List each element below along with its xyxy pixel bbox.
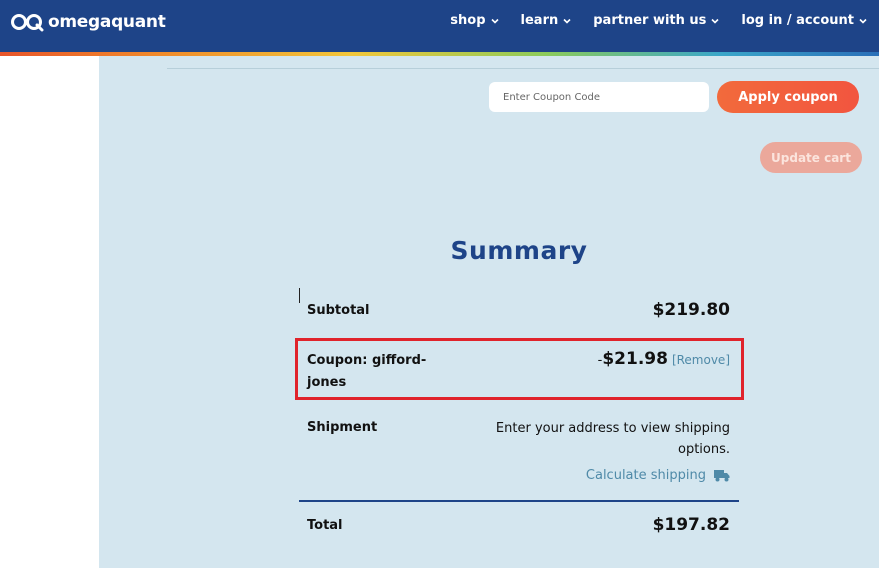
coupon-amount-value: $21.98 [602,349,668,369]
chevron-down-icon [859,18,867,24]
calculate-shipping-link[interactable]: Calculate shipping [586,468,730,483]
nav-learn[interactable]: learn [521,13,572,28]
omegaquant-logo-icon [11,14,44,32]
site-logo[interactable]: omegaquant [10,10,166,34]
shipment-info: Enter your address to view shipping opti… [495,421,730,457]
remove-coupon-link[interactable]: [Remove] [672,353,730,367]
site-header: omegaquant shop learn partner with us lo… [0,0,879,52]
main-nav: shop learn partner with us log in / acco… [450,13,867,28]
nav-shop[interactable]: shop [450,13,499,28]
nav-login-account[interactable]: log in / account [741,13,867,28]
apply-coupon-button[interactable]: Apply coupon [717,81,859,113]
coupon-code-input[interactable] [489,82,709,112]
subtotal-label: Subtotal [307,303,370,318]
chevron-down-icon [711,18,719,24]
coupon-label: Coupon: gifford-jones [307,353,427,390]
subtotal-value: $219.80 [652,300,730,320]
chevron-down-icon [563,18,571,24]
summary-title: Summary [450,236,588,265]
nav-label: shop [450,13,486,28]
left-column [0,56,99,568]
nav-label: log in / account [741,13,854,28]
nav-partner-with-us[interactable]: partner with us [593,13,719,28]
text-cursor [299,288,300,303]
divider [167,68,879,69]
update-cart-button[interactable]: Update cart [760,142,862,173]
shipment-label: Shipment [307,420,378,435]
calculate-shipping-label: Calculate shipping [585,468,706,483]
nav-label: learn [520,13,559,28]
nav-label: partner with us [593,13,707,28]
logo-text: omegaquant [48,12,166,32]
truck-icon [714,470,730,482]
chevron-down-icon [490,18,499,24]
coupon-discount: -$21.98 [Remove] [598,349,730,369]
total-label: Total [307,518,343,533]
cart-panel [99,56,879,568]
summary-divider [299,500,739,502]
coupon-amount: -$21.98 [598,349,668,369]
total-value: $197.82 [652,515,730,535]
